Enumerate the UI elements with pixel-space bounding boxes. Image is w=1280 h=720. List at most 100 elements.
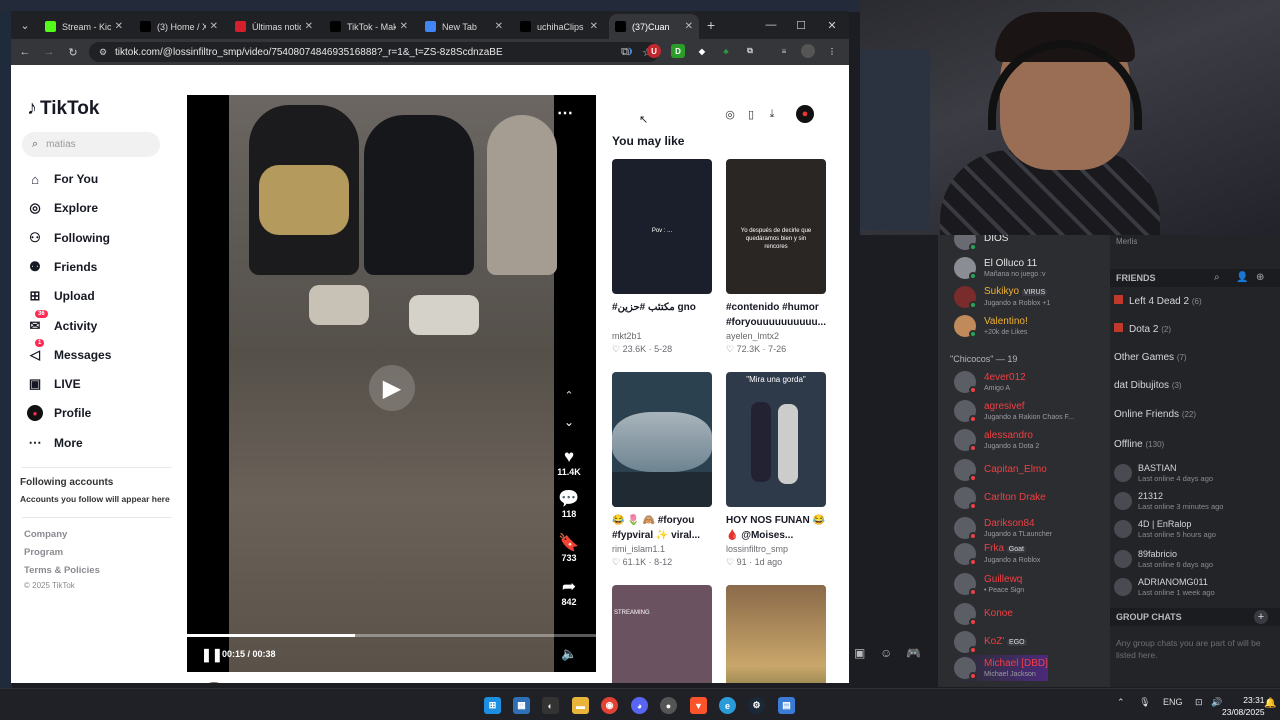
nav-item-messages[interactable]: ◁ 1 Messages: [27, 338, 111, 366]
video-thumbnail[interactable]: [726, 585, 826, 683]
footer-terms-link[interactable]: Terms & Policies: [24, 565, 100, 576]
friend-name[interactable]: 89fabricio: [1138, 549, 1177, 559]
menu-kebab-icon[interactable]: ⋮: [825, 44, 839, 58]
video-player[interactable]: ▶ ⋯ ⌃ ⌄ ♥ 11.4K 💬 118 🔖 733 ➦ 842 ❚❚ 00:…: [187, 95, 596, 672]
forward-icon[interactable]: →: [41, 44, 57, 60]
group-member-item[interactable]: Carlton Drake: [954, 485, 1046, 511]
nav-item-upload[interactable]: ⊞ Upload: [27, 285, 95, 307]
add-group-chat-icon[interactable]: +: [1254, 610, 1268, 624]
notification-icon[interactable]: 🔔: [1264, 698, 1276, 709]
brave-icon[interactable]: ▼: [690, 697, 707, 714]
card-username[interactable]: ayelen_lmtx2: [726, 331, 826, 341]
screen-share-icon[interactable]: ▣: [854, 646, 865, 660]
close-tab-icon[interactable]: ✕: [115, 21, 123, 32]
group-member-item[interactable]: Frka Goat Jugando a Roblox: [954, 541, 1040, 567]
language-indicator[interactable]: ENG: [1163, 697, 1183, 707]
emoji-icon[interactable]: ☺: [880, 646, 892, 660]
footer-program-link[interactable]: Program: [24, 547, 63, 558]
discord-taskbar-icon[interactable]: ◕: [631, 697, 648, 714]
friends-settings-icon[interactable]: ⊕: [1256, 272, 1264, 283]
add-friend-icon[interactable]: 👤: [1236, 272, 1248, 283]
gamepad-icon[interactable]: 🎮: [906, 646, 921, 660]
group-member-item[interactable]: Capitan_Elmo: [954, 457, 1047, 483]
video-thumbnail[interactable]: "Mira una gorda": [726, 372, 826, 507]
friend-name[interactable]: 4D | EnRalop: [1138, 519, 1191, 529]
member-item[interactable]: Sukikyo VIRUS Jugando a Roblox +1: [954, 284, 1050, 310]
next-video-icon[interactable]: ⌄: [549, 415, 589, 429]
group-member-item[interactable]: alessandro Jugando a Dota 2: [954, 427, 1039, 453]
widgets-icon[interactable]: ▦: [513, 697, 530, 714]
group-member-item[interactable]: 4ever012 Amigo A: [954, 369, 1026, 395]
video-card[interactable]: STREAMING: [612, 585, 712, 683]
tab-4[interactable]: New Tab ✕: [419, 14, 509, 39]
extension-diamond-icon[interactable]: ◆: [695, 44, 709, 58]
notepad-icon[interactable]: ▤: [778, 697, 795, 714]
member-item[interactable]: DIOS: [954, 235, 1008, 252]
autoscroll-icon[interactable]: ◎: [721, 105, 739, 123]
network-icon[interactable]: ⊡: [1195, 697, 1203, 707]
member-item[interactable]: Valentino! +20k de Likes: [954, 313, 1028, 339]
tab-search-icon[interactable]: ⌄: [17, 17, 33, 33]
pause-icon[interactable]: ❚❚: [201, 647, 223, 663]
like-button[interactable]: ♥ 11.4K: [549, 447, 589, 477]
maximize-icon[interactable]: ☐: [793, 17, 809, 33]
friend-group[interactable]: dat Dibujitos (3): [1114, 380, 1182, 391]
video-thumbnail[interactable]: STREAMING: [612, 585, 712, 683]
nav-item-profile[interactable]: ● Profile: [27, 402, 91, 424]
nav-item-for-you[interactable]: ⌂ For You: [27, 168, 98, 190]
profile-avatar-icon[interactable]: [801, 44, 815, 58]
friend-group[interactable]: Offline (130): [1114, 439, 1164, 450]
close-tab-icon[interactable]: ✕: [685, 21, 693, 32]
video-card[interactable]: [726, 585, 826, 683]
footer-company-link[interactable]: Company: [24, 529, 67, 540]
tab-6[interactable]: (37)Cuan ✕: [609, 14, 699, 39]
play-button[interactable]: ▶: [369, 365, 415, 411]
comment-button[interactable]: 💬 118: [549, 489, 589, 519]
speaker-icon[interactable]: 🔊: [1211, 697, 1222, 707]
nav-item-friends[interactable]: ⚉ Friends: [27, 256, 97, 278]
group-member-item[interactable]: agresivef Jugando a Rakion Chaos F...: [954, 398, 1074, 424]
obs-icon[interactable]: ●: [660, 697, 677, 714]
file-explorer-icon[interactable]: ▬: [572, 697, 589, 714]
friend-group[interactable]: Left 4 Dead 2 (6): [1114, 295, 1202, 307]
extension-ublock-icon[interactable]: U: [647, 44, 661, 58]
tab-3[interactable]: TikTok - Make ✕: [324, 14, 414, 39]
tab-0[interactable]: Stream - Kick ✕: [39, 14, 129, 39]
nav-item-following[interactable]: ⚇ Following: [27, 227, 110, 249]
reload-icon[interactable]: ↻: [65, 44, 81, 60]
extension-blue-icon[interactable]: ❩: [623, 44, 637, 58]
tray-chevron-icon[interactable]: ⌃: [1117, 697, 1125, 707]
tab-5[interactable]: uchihaClips | ✕: [514, 14, 604, 39]
group-member-item[interactable]: Konoe: [954, 601, 1013, 627]
video-card[interactable]: 😂 🌷 🙈 #foryou #fypviral ✨ viral... rimi_i…: [612, 372, 712, 568]
start-icon[interactable]: ⊞: [484, 697, 501, 714]
group-member-item[interactable]: Guillewq • Peace Sign: [954, 571, 1024, 597]
nav-item-explore[interactable]: ◎ Explore: [27, 197, 98, 219]
save-button[interactable]: 🔖 733: [549, 533, 589, 563]
previous-video-icon[interactable]: ⌃: [549, 389, 589, 402]
nav-item-live[interactable]: ▣ LIVE: [27, 373, 81, 395]
back-icon[interactable]: ←: [17, 44, 33, 60]
new-tab-icon[interactable]: +: [703, 17, 719, 33]
media-control-icon[interactable]: ≡: [777, 44, 791, 58]
video-thumbnail[interactable]: [612, 372, 712, 507]
device-icon[interactable]: ▯: [742, 105, 760, 123]
video-more-icon[interactable]: ⋯: [557, 103, 573, 123]
group-member-item[interactable]: KoZ' EGO: [954, 629, 1027, 655]
clock[interactable]: 23:31 23/08/2025: [1222, 694, 1265, 718]
search-input[interactable]: ⌕ matias: [22, 132, 160, 157]
share-button[interactable]: ➦ 842: [549, 577, 589, 607]
video-card[interactable]: Yo después de decirle que quedáramos bie…: [726, 159, 826, 355]
steam-icon[interactable]: ⚙: [748, 697, 765, 714]
friend-group[interactable]: Online Friends (22): [1114, 409, 1196, 420]
group-member-item[interactable]: Michael [DBD] Michael Jackson: [954, 655, 1048, 681]
member-item[interactable]: El Olluco 11 Mañana no juego :v: [954, 255, 1046, 281]
volume-icon[interactable]: 🔈: [561, 646, 577, 662]
download-icon[interactable]: ⤓: [763, 105, 781, 123]
nav-item-more[interactable]: ⋯ More: [27, 432, 83, 454]
friends-search-icon[interactable]: ⌕: [1214, 272, 1220, 283]
friend-group[interactable]: Dota 2 (2): [1114, 323, 1171, 335]
close-tab-icon[interactable]: ✕: [400, 21, 408, 32]
address-bar[interactable]: ⚙ tiktok.com/@lossinfiltro_smp/video/754…: [89, 42, 659, 62]
friend-name[interactable]: ADRIANOMG011: [1138, 577, 1208, 587]
